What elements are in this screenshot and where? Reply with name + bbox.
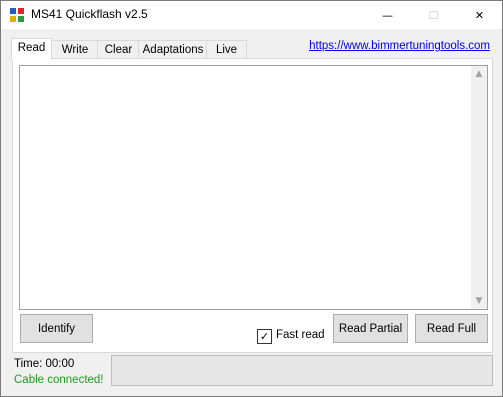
window-title: MS41 Quickflash v2.5 bbox=[31, 7, 148, 21]
tab-clear[interactable]: Clear bbox=[97, 40, 140, 59]
fast-read-checkbox[interactable]: ✓ bbox=[257, 329, 272, 344]
tab-read[interactable]: Read bbox=[11, 38, 52, 60]
maximize-icon: ☐ bbox=[428, 8, 439, 22]
maximize-button: ☐ bbox=[411, 1, 456, 29]
log-textbox[interactable]: ▲ ▼ bbox=[19, 65, 488, 310]
scroll-down-icon[interactable]: ▼ bbox=[471, 293, 487, 309]
tab-live[interactable]: Live bbox=[206, 40, 247, 59]
read-tab-panel: ▲ ▼ bbox=[12, 58, 493, 353]
minimize-icon: — bbox=[382, 8, 393, 22]
minimize-button[interactable]: — bbox=[365, 1, 410, 29]
log-scrollbar[interactable]: ▲ ▼ bbox=[471, 66, 487, 309]
progress-bar bbox=[111, 355, 493, 386]
close-button[interactable]: ✕ bbox=[457, 1, 502, 29]
identify-button[interactable]: Identify bbox=[20, 314, 93, 343]
tab-write[interactable]: Write bbox=[51, 40, 99, 59]
app-icon bbox=[9, 7, 25, 23]
cable-status: Cable connected! bbox=[14, 374, 104, 386]
tab-adaptations[interactable]: Adaptations bbox=[138, 40, 208, 59]
fast-read-label[interactable]: Fast read bbox=[276, 329, 325, 341]
elapsed-time: Time: 00:00 bbox=[14, 358, 75, 370]
website-link[interactable]: https://www.bimmertuningtools.com bbox=[309, 40, 490, 52]
checkmark-icon: ✓ bbox=[259, 330, 270, 343]
scroll-up-icon[interactable]: ▲ bbox=[471, 66, 487, 82]
title-bar[interactable]: MS41 Quickflash v2.5 — ☐ ✕ bbox=[1, 1, 502, 29]
close-icon: ✕ bbox=[474, 8, 485, 22]
read-full-button[interactable]: Read Full bbox=[415, 314, 488, 343]
app-window: MS41 Quickflash v2.5 — ☐ ✕ Read Write Cl… bbox=[0, 0, 503, 397]
read-partial-button[interactable]: Read Partial bbox=[333, 314, 408, 343]
